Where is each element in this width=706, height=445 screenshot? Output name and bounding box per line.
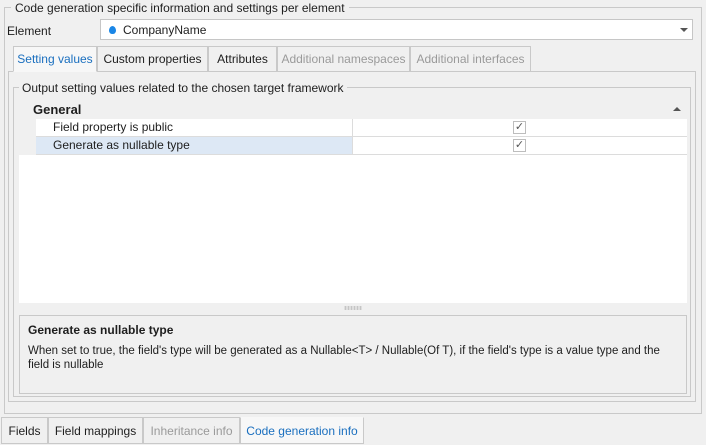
description-panel: Generate as nullable type When set to tr… [19, 315, 687, 394]
property-value[interactable]: ✓ [353, 119, 687, 137]
setting-values-panel: Output setting values related to the cho… [8, 71, 696, 402]
tab-inheritance-info[interactable]: Inheritance info [143, 417, 240, 444]
category-row-general[interactable]: General [19, 100, 687, 119]
tab-setting-values[interactable]: Setting values [13, 46, 97, 72]
chevron-down-icon[interactable] [680, 28, 688, 32]
element-dropdown-value: CompanyName [123, 23, 207, 37]
property-row-nullable-type[interactable]: Generate as nullable type ✓ [19, 137, 687, 155]
tab-fields[interactable]: Fields [1, 417, 48, 444]
tab-custom-properties[interactable]: Custom properties [97, 46, 208, 72]
row-gutter [19, 137, 36, 155]
output-group-title: Output setting values related to the cho… [19, 80, 347, 96]
property-name: Generate as nullable type [36, 137, 353, 155]
property-row-field-public[interactable]: Field property is public ✓ [19, 119, 687, 137]
row-gutter [19, 119, 36, 137]
category-title: General [33, 102, 82, 117]
grip-dots-icon[interactable] [344, 306, 362, 310]
group-title: Code generation specific information and… [11, 0, 349, 16]
property-value[interactable]: ✓ [353, 137, 687, 155]
checkbox-checked-icon[interactable]: ✓ [513, 121, 526, 134]
property-name: Field property is public [36, 119, 353, 137]
element-label: Element [7, 24, 52, 38]
collapse-arrow-icon[interactable] [673, 107, 681, 111]
description-title: Generate as nullable type [28, 323, 174, 337]
grid-splitter[interactable] [19, 304, 687, 312]
description-text: When set to true, the field's type will … [28, 345, 660, 371]
element-dropdown[interactable]: CompanyName [100, 19, 693, 40]
tab-attributes[interactable]: Attributes [208, 46, 277, 72]
tab-field-mappings[interactable]: Field mappings [48, 417, 143, 444]
tab-code-generation-info[interactable]: Code generation info [240, 417, 364, 444]
tab-additional-namespaces[interactable]: Additional namespaces [277, 46, 410, 72]
output-settings-group: Output setting values related to the cho… [13, 80, 691, 397]
property-grid[interactable]: General Field property is public ✓ Gener… [19, 100, 687, 303]
field-icon [109, 26, 116, 34]
tab-additional-interfaces[interactable]: Additional interfaces [410, 46, 531, 72]
checkbox-checked-icon[interactable]: ✓ [513, 139, 526, 152]
